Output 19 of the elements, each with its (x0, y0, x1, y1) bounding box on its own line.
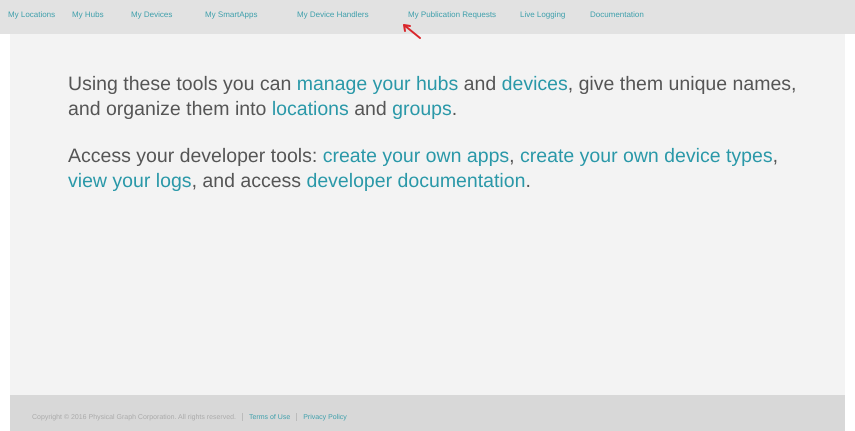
nav-link[interactable]: My Device Handlers (297, 10, 369, 19)
intro-paragraph: Access your developer tools: create your own apps, create your own device types, view your logs, and access developer documentation. (68, 144, 779, 194)
text-link[interactable]: devices (502, 73, 568, 95)
nav-link[interactable]: My Publication Requests (408, 10, 496, 19)
text-link[interactable]: developer documentation (306, 170, 526, 192)
nav-link[interactable]: Documentation (590, 10, 644, 19)
arrow-icon (400, 22, 422, 40)
text-link[interactable]: manage your hubs (296, 73, 458, 95)
intro-paragraph: Using these tools you can manage your hubs and devices, give them unique names, and organize them into locations and groups. (68, 72, 798, 122)
text-link[interactable]: create your own device types (520, 145, 773, 167)
nav-link[interactable]: My Devices (131, 10, 172, 19)
text-link[interactable]: view your logs (68, 170, 192, 192)
text-link[interactable]: locations (272, 98, 349, 120)
text-link[interactable]: groups (392, 98, 452, 120)
nav-link[interactable]: My Locations (8, 10, 56, 19)
nav-link[interactable]: Live Logging (520, 10, 566, 19)
nav-link[interactable]: My Hubs (72, 10, 104, 19)
nav-link[interactable]: My SmartApps (205, 10, 258, 19)
text-link[interactable]: create your own apps (322, 145, 510, 167)
